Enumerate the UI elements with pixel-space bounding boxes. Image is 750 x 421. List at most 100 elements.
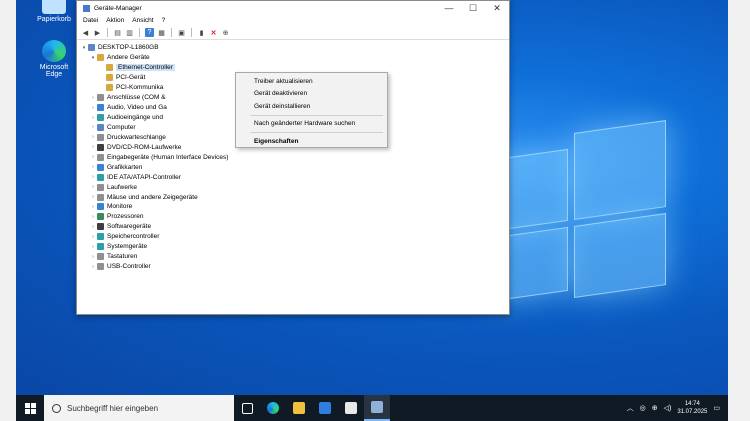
edge-taskbar-button[interactable] (260, 395, 286, 421)
window-title: Geräte-Manager (94, 4, 142, 12)
mail-button[interactable] (338, 395, 364, 421)
expand-arrow-icon[interactable]: › (90, 105, 96, 111)
menu-datei[interactable]: Datei (83, 17, 98, 24)
expand-arrow-icon[interactable]: › (90, 254, 96, 260)
download-driver-icon[interactable]: ⊕ (221, 28, 230, 37)
tree-category[interactable]: › Softwaregeräte (77, 222, 509, 232)
edge-icon (42, 40, 66, 62)
console-tree-icon[interactable]: ▤ (113, 28, 122, 37)
tree-category[interactable]: › Speichercontroller (77, 232, 509, 242)
warning-device-icon (106, 84, 113, 92)
desktop-icon-recycle-bin[interactable]: Papierkorb (34, 0, 74, 23)
device-category-icon (97, 123, 104, 131)
menu-item-properties[interactable]: Eigenschaften (236, 135, 387, 148)
maximize-button[interactable]: ☐ (461, 3, 485, 14)
uninstall-device-icon[interactable]: ✕ (209, 28, 218, 37)
notification-icon[interactable]: ▭ (713, 404, 720, 412)
expand-arrow-icon[interactable]: › (90, 174, 96, 180)
tree-root[interactable]: ▾ DESKTOP-L1860GB (77, 43, 509, 53)
tree-category[interactable]: › USB-Controller (77, 262, 509, 272)
store-button[interactable] (312, 395, 338, 421)
menu-item-uninstall-device[interactable]: Gerät deinstallieren (236, 100, 387, 113)
recycle-bin-icon (42, 0, 66, 14)
tree-root-label: DESKTOP-L1860GB (98, 44, 159, 52)
globe-icon[interactable]: ⊕ (652, 404, 658, 412)
menu-item-scan-hardware[interactable]: Nach geänderter Hardware suchen (236, 118, 387, 131)
menu-item-disable-device[interactable]: Gerät deaktivieren (236, 88, 387, 101)
forward-arrow-icon[interactable]: ▶ (93, 28, 102, 37)
mail-icon (345, 402, 357, 414)
start-button[interactable] (16, 395, 44, 421)
help-icon[interactable]: ? (145, 28, 154, 37)
taskbar-search-box[interactable]: Suchbegriff hier eingeben (44, 395, 234, 421)
tree-item-label: Prozessoren (107, 213, 144, 221)
device-category-icon (97, 143, 104, 151)
device-category-icon (97, 133, 104, 141)
tree-other-devices[interactable]: ▾ Andere Geräte (77, 53, 509, 63)
tree-category[interactable]: › Eingabegeräte (Human Interface Devices) (77, 152, 509, 162)
tree-item-label: Druckwarteschlange (107, 133, 166, 141)
expand-arrow-icon[interactable]: › (90, 224, 96, 230)
tree-item-label: Softwaregeräte (107, 223, 152, 231)
desktop-icon-edge[interactable]: Microsoft Edge (34, 40, 74, 78)
device-manager-taskbar-button[interactable] (364, 395, 390, 421)
search-placeholder: Suchbegriff hier eingeben (67, 403, 159, 413)
expand-arrow-icon[interactable]: ▾ (81, 45, 87, 51)
expand-arrow-icon[interactable]: › (90, 244, 96, 250)
expand-arrow-icon[interactable]: › (90, 194, 96, 200)
tree-item-label: Tastaturen (107, 253, 138, 261)
tree-category[interactable]: › Prozessoren (77, 212, 509, 222)
device-category-icon (97, 243, 104, 251)
expand-arrow-icon[interactable]: › (90, 115, 96, 121)
expand-arrow-icon[interactable]: › (90, 264, 96, 270)
expand-arrow-icon[interactable]: › (90, 184, 96, 190)
tree-category[interactable]: › Grafikkarten (77, 162, 509, 172)
clock-time: 14:74 (684, 401, 700, 407)
expand-arrow-icon[interactable]: ▾ (90, 55, 96, 61)
device-category-icon (97, 253, 104, 261)
menu-ansicht[interactable]: Ansicht (132, 17, 153, 24)
volume-icon[interactable]: ◁) (664, 404, 672, 412)
expand-arrow-icon[interactable]: › (90, 134, 96, 140)
tree-category[interactable]: › Monitore (77, 202, 509, 212)
menu-aktion[interactable]: Aktion (106, 17, 124, 24)
minimize-button[interactable]: — (437, 3, 461, 13)
task-view-icon (241, 402, 253, 414)
expand-arrow-icon[interactable]: › (90, 234, 96, 240)
task-view-button[interactable] (234, 395, 260, 421)
scan-hardware-icon[interactable]: ▣ (177, 28, 186, 37)
chevron-up-icon[interactable]: ︿ (627, 403, 634, 413)
menu-bar: Datei Aktion Ansicht ? (77, 15, 509, 26)
expand-arrow-icon[interactable]: › (90, 214, 96, 220)
tree-item-label: Systemgeräte (107, 243, 148, 251)
expand-arrow-icon[interactable]: › (90, 144, 96, 150)
tree-category[interactable]: › Laufwerke (77, 182, 509, 192)
screen-border-right (728, 0, 750, 421)
clock[interactable]: 14:74 31.07.2025 (677, 400, 707, 416)
title-bar[interactable]: Geräte-Manager — ☐ ✕ (77, 1, 509, 15)
tree-category[interactable]: › IDE ATA/ATAPI-Controller (77, 172, 509, 182)
menu-help[interactable]: ? (162, 17, 166, 24)
update-driver-icon[interactable]: ▮ (197, 28, 206, 37)
tree-item-label: Eingabegeräte (Human Interface Devices) (107, 153, 229, 161)
network-icon[interactable]: ◎ (640, 404, 646, 412)
expand-arrow-icon[interactable]: › (90, 124, 96, 130)
file-explorer-button[interactable] (286, 395, 312, 421)
expand-arrow-icon[interactable]: › (90, 204, 96, 210)
expand-arrow-icon[interactable]: › (90, 164, 96, 170)
expand-arrow-icon[interactable]: › (90, 95, 96, 101)
back-arrow-icon[interactable]: ◀ (81, 28, 90, 37)
tree-category[interactable]: › Tastaturen (77, 252, 509, 262)
tree-category[interactable]: › Mäuse und andere Zeigegeräte (77, 192, 509, 202)
device-manager-window: Geräte-Manager — ☐ ✕ Datei Aktion Ansich… (76, 0, 510, 315)
tree-item-label: Mäuse und andere Zeigegeräte (107, 193, 198, 201)
device-category-icon (97, 183, 104, 191)
list-view-icon[interactable]: ▥ (125, 28, 134, 37)
toolbar: ◀ ▶ ▤ ▥ ? ▦ ▣ ▮ ✕ ⊕ (77, 26, 509, 40)
close-button[interactable]: ✕ (485, 3, 509, 14)
tree-category[interactable]: › Systemgeräte (77, 242, 509, 252)
menu-item-update-driver[interactable]: Treiber aktualisieren (236, 75, 387, 88)
properties-icon[interactable]: ▦ (157, 28, 166, 37)
device-category-icon (97, 173, 104, 181)
expand-arrow-icon[interactable]: › (90, 154, 96, 160)
